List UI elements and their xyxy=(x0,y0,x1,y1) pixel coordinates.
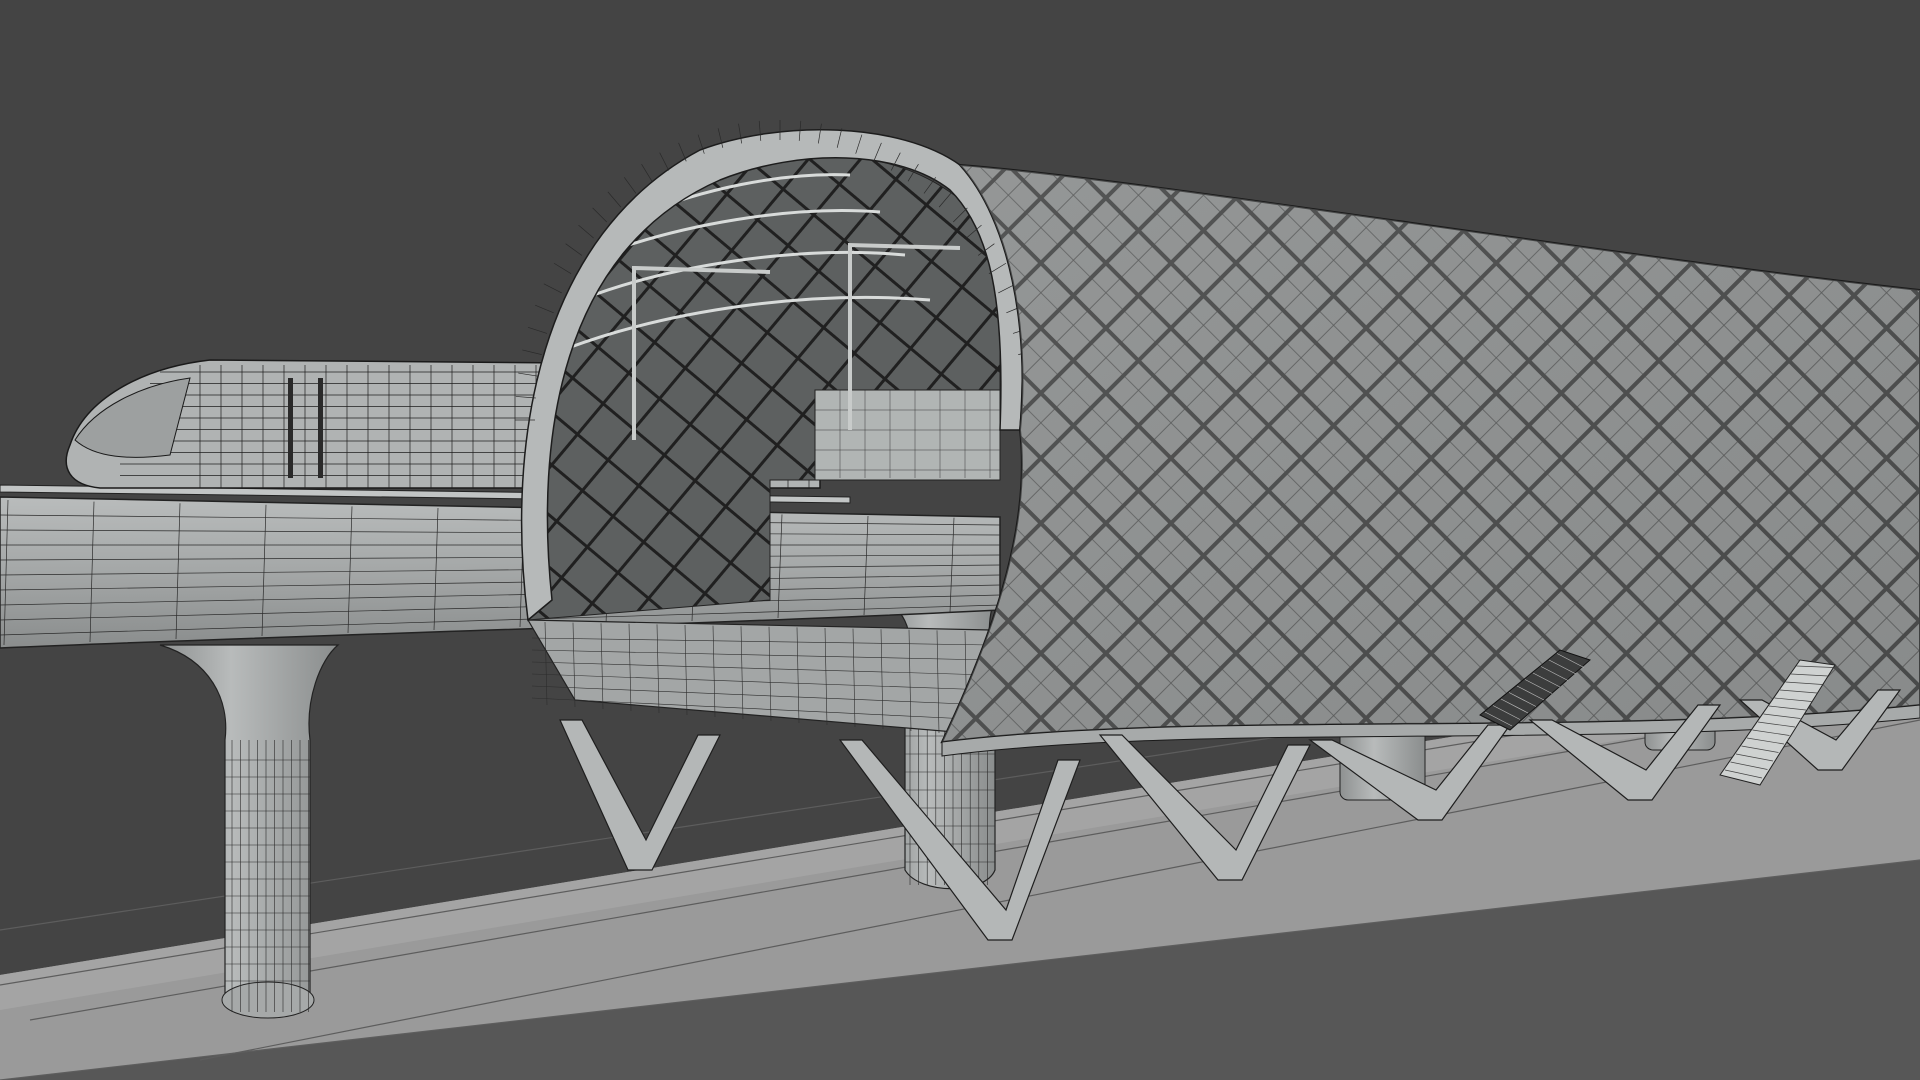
wire-edge xyxy=(543,283,562,294)
wire-edge xyxy=(535,304,554,314)
3d-viewport[interactable] xyxy=(0,0,1920,1080)
strut xyxy=(559,719,721,871)
wire-edge xyxy=(565,243,582,256)
wire-edge xyxy=(607,191,622,208)
wire-edge xyxy=(553,262,572,274)
wire-edge xyxy=(522,349,542,355)
wire-edge xyxy=(527,326,548,334)
wire-edge xyxy=(678,142,687,162)
wire-edge xyxy=(592,207,608,223)
wire-edge xyxy=(659,152,670,171)
canopy-lattice-shell xyxy=(940,163,1920,757)
wire-edge xyxy=(641,164,653,182)
guideway-beam xyxy=(0,484,1001,649)
wire-edge xyxy=(623,177,637,194)
wire-edge xyxy=(578,224,594,239)
